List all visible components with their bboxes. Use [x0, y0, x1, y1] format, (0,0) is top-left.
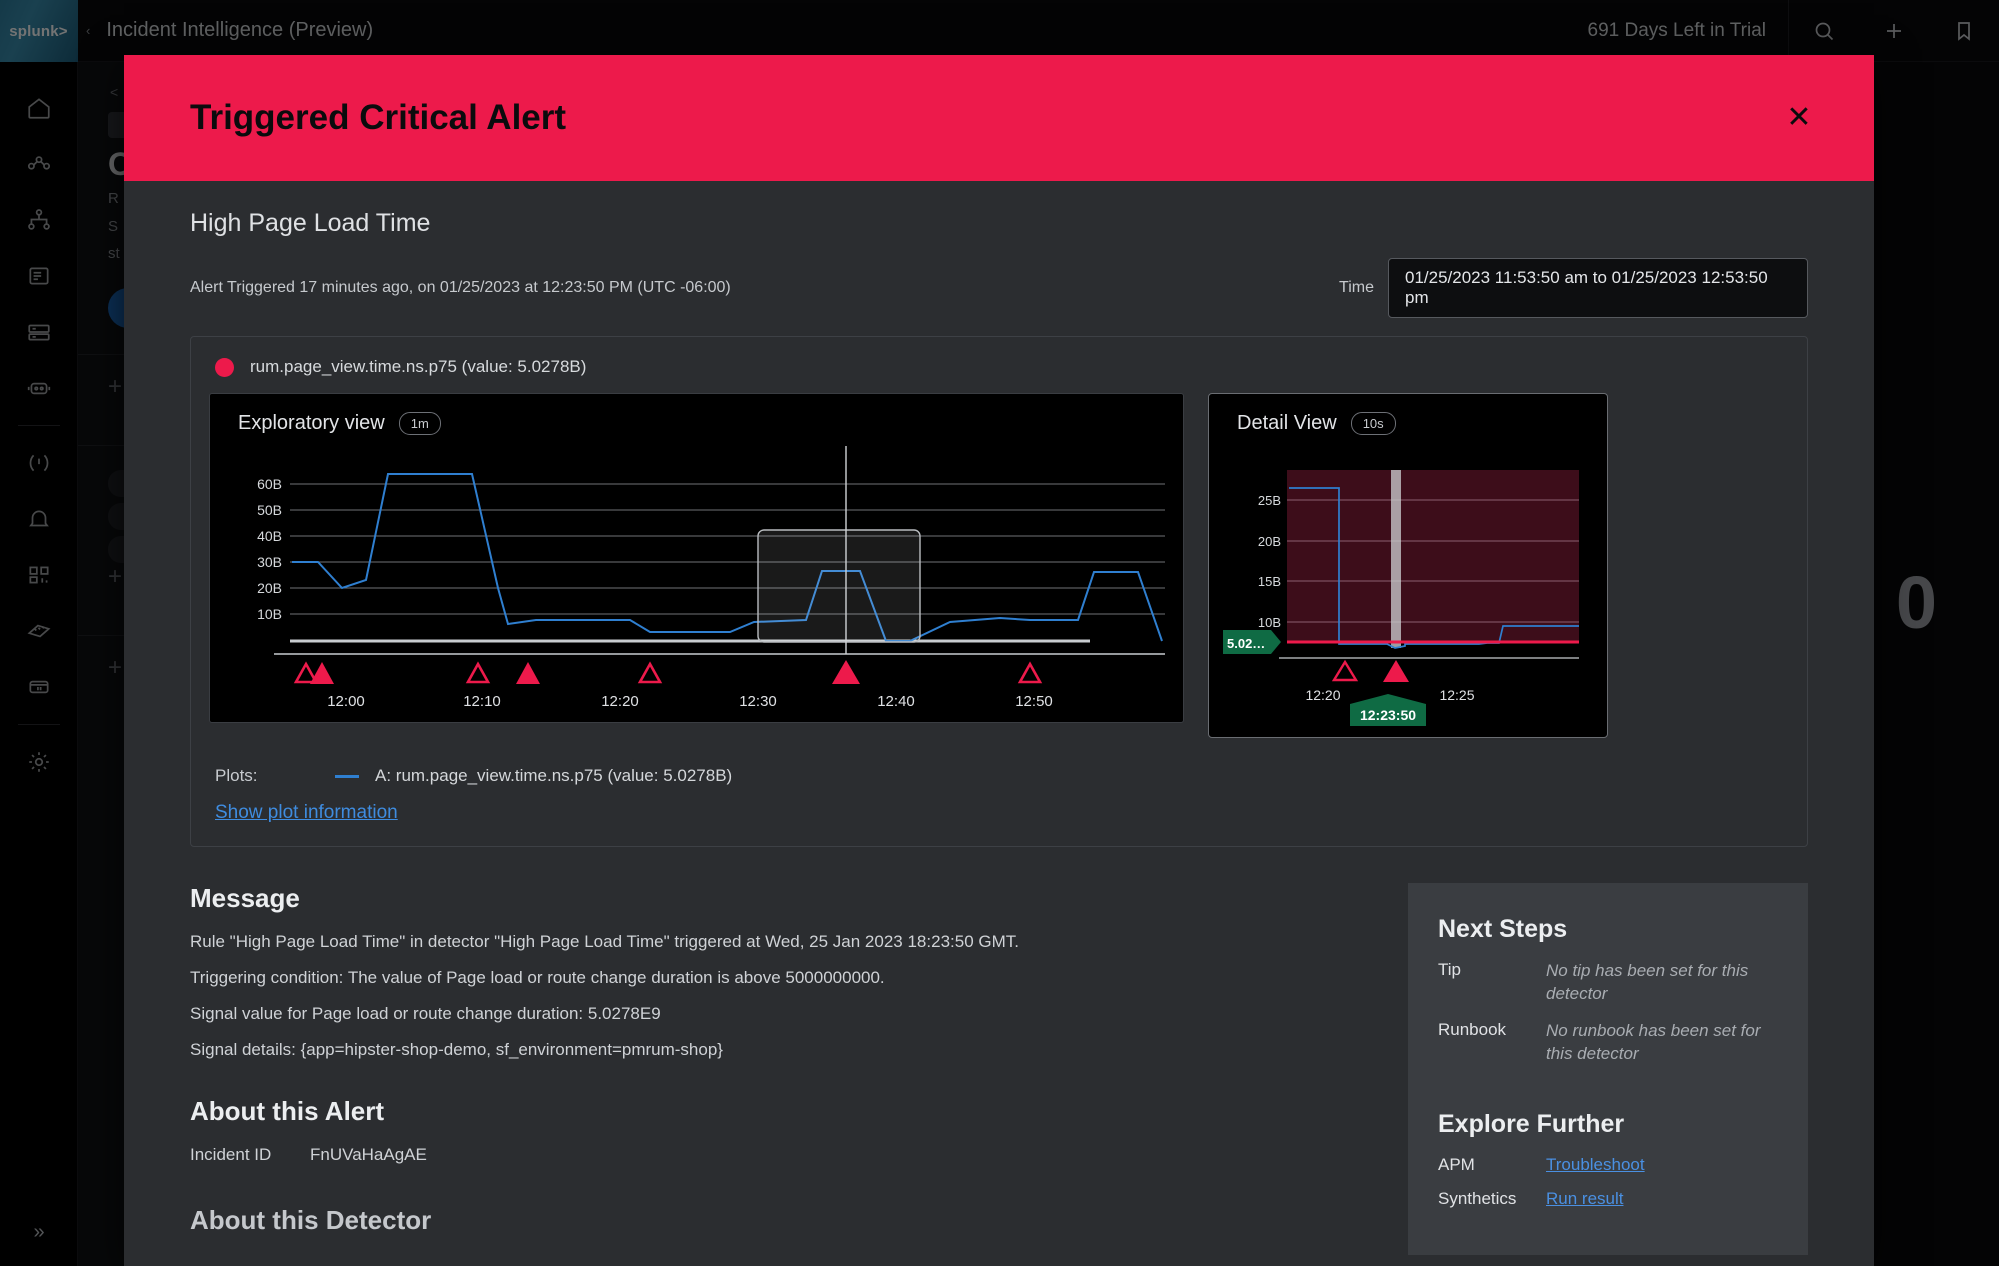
- plots-label: Plots:: [215, 766, 258, 785]
- about-detector-heading: About this Detector: [190, 1205, 432, 1235]
- triggered-alert-modal: Triggered Critical Alert ✕ High Page Loa…: [124, 55, 1874, 1266]
- svg-text:10B: 10B: [257, 606, 282, 622]
- svg-text:5.02…: 5.02…: [1227, 636, 1265, 651]
- synthetics-row: Synthetics Run result: [1438, 1189, 1778, 1209]
- plot-color-swatch: [335, 774, 359, 778]
- exploratory-view-title: Exploratory view: [238, 412, 385, 434]
- charts-row: Exploratory view 1m 60B 50B 40B 30B 20B …: [209, 393, 1789, 738]
- plot-series-label: A: rum.page_view.time.ns.p75 (value: 5.0…: [375, 766, 733, 785]
- modal-header: Triggered Critical Alert ✕: [124, 55, 1874, 181]
- about-alert-heading: About this Alert: [190, 1096, 385, 1126]
- incident-id-row: Incident ID FnUVaHaAgAE: [190, 1145, 1370, 1165]
- legend-color-dot: [215, 357, 234, 377]
- svg-text:12:10: 12:10: [463, 693, 501, 710]
- next-steps-card: Next Steps Tip No tip has been set for t…: [1408, 883, 1808, 1255]
- svg-text:15B: 15B: [1258, 574, 1281, 589]
- apm-row: APM Troubleshoot: [1438, 1155, 1778, 1175]
- detail-resolution-badge: 10s: [1350, 412, 1396, 435]
- message-line-2: Signal value for Page load or route chan…: [190, 1004, 661, 1023]
- exploratory-view-plot: 60B 50B 40B 30B 20B 10B 12:00 12:10 12:2…: [257, 446, 1165, 710]
- synthetics-label: Synthetics: [1438, 1188, 1517, 1208]
- show-plot-information-link[interactable]: Show plot information: [209, 786, 398, 824]
- detail-view-header: Detail View 10s: [1209, 394, 1607, 435]
- modal-body: High Page Load Time Alert Triggered 17 m…: [124, 181, 1874, 1266]
- svg-text:60B: 60B: [257, 476, 282, 492]
- runbook-label: Runbook: [1438, 1019, 1507, 1039]
- svg-text:12:20: 12:20: [601, 693, 639, 710]
- svg-text:20B: 20B: [1258, 534, 1281, 549]
- alert-name: High Page Load Time: [190, 209, 431, 237]
- synthetics-run-result-link[interactable]: Run result: [1546, 1189, 1623, 1209]
- runbook-value: No runbook has been set for this detecto…: [1546, 1020, 1761, 1063]
- alert-triggered-text: Alert Triggered 17 minutes ago, on 01/25…: [190, 279, 731, 296]
- svg-text:20B: 20B: [257, 580, 282, 596]
- apm-troubleshoot-link[interactable]: Troubleshoot: [1546, 1155, 1645, 1175]
- lower-section: Message Rule "High Page Load Time" in de…: [190, 883, 1808, 1255]
- svg-text:12:50: 12:50: [1015, 693, 1053, 710]
- svg-text:12:30: 12:30: [739, 693, 777, 710]
- svg-text:12:20: 12:20: [1305, 687, 1340, 703]
- message-heading: Message: [190, 883, 300, 913]
- alert-meta-row: Alert Triggered 17 minutes ago, on 01/25…: [190, 258, 1808, 318]
- svg-text:12:25: 12:25: [1439, 687, 1474, 703]
- svg-text:30B: 30B: [257, 554, 282, 570]
- detail-view-title: Detail View: [1237, 412, 1337, 434]
- incident-id-value: FnUVaHaAgAE: [310, 1145, 427, 1164]
- svg-text:50B: 50B: [257, 502, 282, 518]
- app-root: splunk> » ‹ Incident Intelligence (Previ…: [0, 0, 1999, 1266]
- message-line-3: Signal details: {app=hipster-shop-demo, …: [190, 1040, 723, 1059]
- message-column: Message Rule "High Page Load Time" in de…: [190, 883, 1370, 1255]
- exploratory-resolution-badge: 1m: [398, 412, 441, 435]
- svg-text:12:23:50: 12:23:50: [1360, 707, 1416, 723]
- explore-further-heading: Explore Further: [1438, 1109, 1625, 1138]
- svg-text:12:00: 12:00: [327, 693, 365, 710]
- exploratory-view-header: Exploratory view 1m: [210, 394, 1183, 435]
- time-label: Time: [1339, 279, 1374, 296]
- incident-id-label: Incident ID: [190, 1145, 272, 1164]
- time-range-input[interactable]: 01/25/2023 11:53:50 am to 01/25/2023 12:…: [1388, 258, 1808, 318]
- plots-row: Plots: A: rum.page_view.time.ns.p75 (val…: [209, 738, 1789, 786]
- message-line-0: Rule "High Page Load Time" in detector "…: [190, 932, 1019, 951]
- tip-row: Tip No tip has been set for this detecto…: [1438, 960, 1778, 1006]
- exploratory-view-panel[interactable]: Exploratory view 1m 60B 50B 40B 30B 20B …: [209, 393, 1184, 723]
- close-icon[interactable]: ✕: [1782, 101, 1816, 135]
- legend-label: rum.page_view.time.ns.p75 (value: 5.0278…: [250, 357, 587, 376]
- svg-text:25B: 25B: [1258, 493, 1281, 508]
- time-range-control: Time 01/25/2023 11:53:50 am to 01/25/202…: [1339, 258, 1808, 318]
- detail-view-panel[interactable]: Detail View 10s 25B 20B 15B 10B 5.02… 12…: [1208, 393, 1608, 738]
- svg-text:12:40: 12:40: [877, 693, 915, 710]
- modal-title: Triggered Critical Alert: [190, 98, 567, 137]
- chart-legend: rum.page_view.time.ns.p75 (value: 5.0278…: [209, 355, 1789, 393]
- svg-text:40B: 40B: [257, 528, 282, 544]
- apm-label: APM: [1438, 1154, 1475, 1174]
- svg-text:10B: 10B: [1258, 615, 1281, 630]
- next-steps-heading: Next Steps: [1438, 915, 1568, 943]
- tip-label: Tip: [1438, 960, 1461, 979]
- message-line-1: Triggering condition: The value of Page …: [190, 968, 885, 987]
- chart-card: rum.page_view.time.ns.p75 (value: 5.0278…: [190, 336, 1808, 847]
- detail-view-plot: 25B 20B 15B 10B 5.02… 12:20 12:25 12:23:…: [1223, 470, 1579, 726]
- runbook-row: Runbook No runbook has been set for this…: [1438, 1020, 1778, 1066]
- tip-value: No tip has been set for this detector: [1546, 961, 1749, 1003]
